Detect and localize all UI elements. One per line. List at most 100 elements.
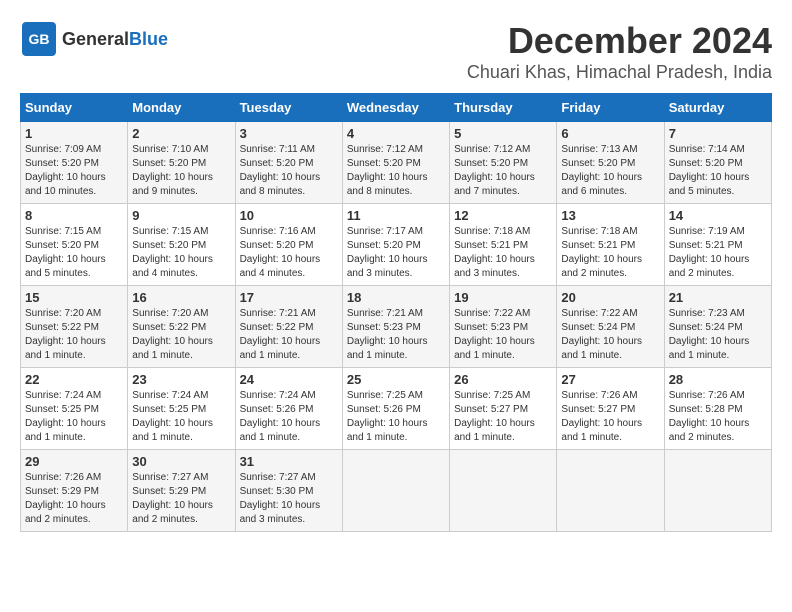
day-header-sunday: Sunday xyxy=(21,94,128,122)
day-info: Sunrise: 7:24 AMSunset: 5:25 PMDaylight:… xyxy=(132,389,230,445)
calendar-week-5: 29Sunrise: 7:26 AMSunset: 5:29 PMDayligh… xyxy=(21,450,772,532)
day-number: 27 xyxy=(561,372,659,387)
calendar-cell: 20 Sunrise: 7:22 AMSunset: 5:24 PMDayligh… xyxy=(557,286,664,368)
header: GB GeneralBlue December 2024 Chuari Khas… xyxy=(20,20,772,83)
calendar-cell: 9Sunrise: 7:15 AMSunset: 5:20 PMDaylight… xyxy=(128,204,235,286)
day-info: Sunrise: 7:19 AMSunset: 5:21 PMDaylight:… xyxy=(669,225,767,281)
day-info: Sunrise: 7:23 AMSunset: 5:24 PMDaylight:… xyxy=(669,307,767,363)
day-info: Sunrise: 7:25 AMSunset: 5:26 PMDaylight:… xyxy=(347,389,445,445)
calendar-cell: 18 Sunrise: 7:21 AMSunset: 5:23 PMDayligh… xyxy=(342,286,449,368)
day-number: 20 xyxy=(561,290,659,305)
day-number: 8 xyxy=(25,208,123,223)
day-info: Sunrise: 7:22 AMSunset: 5:23 PMDaylight:… xyxy=(454,307,552,363)
calendar-week-1: 1 Sunrise: 7:09 AMSunset: 5:20 PMDaylight… xyxy=(21,122,772,204)
day-number: 26 xyxy=(454,372,552,387)
calendar-cell: 1 Sunrise: 7:09 AMSunset: 5:20 PMDaylight… xyxy=(21,122,128,204)
location-title: Chuari Khas, Himachal Pradesh, India xyxy=(467,62,772,83)
day-info: Sunrise: 7:14 AMSunset: 5:20 PMDaylight:… xyxy=(669,143,767,199)
calendar-week-3: 15Sunrise: 7:20 AMSunset: 5:22 PMDayligh… xyxy=(21,286,772,368)
calendar-cell: 24Sunrise: 7:24 AMSunset: 5:26 PMDayligh… xyxy=(235,368,342,450)
day-number: 7 xyxy=(669,126,767,141)
calendar-table: SundayMondayTuesdayWednesdayThursdayFrid… xyxy=(20,93,772,532)
calendar-cell: 10 Sunrise: 7:16 AMSunset: 5:20 PMDayligh… xyxy=(235,204,342,286)
calendar-cell xyxy=(450,450,557,532)
day-info: Sunrise: 7:16 AMSunset: 5:20 PMDaylight:… xyxy=(240,225,338,281)
logo-text: GeneralBlue xyxy=(62,29,168,50)
day-number: 28 xyxy=(669,372,767,387)
day-number: 6 xyxy=(561,126,659,141)
calendar-cell: 16 Sunrise: 7:20 AMSunset: 5:22 PMDayligh… xyxy=(128,286,235,368)
page-container: GB GeneralBlue December 2024 Chuari Khas… xyxy=(20,20,772,532)
calendar-cell: 29Sunrise: 7:26 AMSunset: 5:29 PMDayligh… xyxy=(21,450,128,532)
day-number: 18 xyxy=(347,290,445,305)
day-number: 14 xyxy=(669,208,767,223)
day-number: 11 xyxy=(347,208,445,223)
day-number: 23 xyxy=(132,372,230,387)
day-header-wednesday: Wednesday xyxy=(342,94,449,122)
calendar-cell: 30 Sunrise: 7:27 AMSunset: 5:29 PMDayligh… xyxy=(128,450,235,532)
calendar-cell: 4Sunrise: 7:12 AMSunset: 5:20 PMDaylight… xyxy=(342,122,449,204)
day-number: 19 xyxy=(454,290,552,305)
day-number: 4 xyxy=(347,126,445,141)
day-info: Sunrise: 7:21 AMSunset: 5:23 PMDaylight:… xyxy=(347,307,445,363)
day-header-friday: Friday xyxy=(557,94,664,122)
calendar-cell: 13 Sunrise: 7:18 AMSunset: 5:21 PMDayligh… xyxy=(557,204,664,286)
day-header-thursday: Thursday xyxy=(450,94,557,122)
day-info: Sunrise: 7:20 AMSunset: 5:22 PMDaylight:… xyxy=(132,307,230,363)
calendar-cell: 12 Sunrise: 7:18 AMSunset: 5:21 PMDayligh… xyxy=(450,204,557,286)
day-info: Sunrise: 7:11 AMSunset: 5:20 PMDaylight:… xyxy=(240,143,338,199)
day-info: Sunrise: 7:09 AMSunset: 5:20 PMDaylight:… xyxy=(25,143,123,199)
calendar-cell: 3 Sunrise: 7:11 AMSunset: 5:20 PMDaylight… xyxy=(235,122,342,204)
day-info: Sunrise: 7:21 AMSunset: 5:22 PMDaylight:… xyxy=(240,307,338,363)
calendar-cell: 19 Sunrise: 7:22 AMSunset: 5:23 PMDayligh… xyxy=(450,286,557,368)
day-number: 12 xyxy=(454,208,552,223)
calendar-cell: 7 Sunrise: 7:14 AMSunset: 5:20 PMDaylight… xyxy=(664,122,771,204)
day-number: 29 xyxy=(25,454,123,469)
day-info: Sunrise: 7:17 AMSunset: 5:20 PMDaylight:… xyxy=(347,225,445,281)
day-info: Sunrise: 7:18 AMSunset: 5:21 PMDaylight:… xyxy=(454,225,552,281)
calendar-cell xyxy=(342,450,449,532)
day-info: Sunrise: 7:27 AMSunset: 5:30 PMDaylight:… xyxy=(240,471,338,527)
day-info: Sunrise: 7:26 AMSunset: 5:28 PMDaylight:… xyxy=(669,389,767,445)
day-info: Sunrise: 7:22 AMSunset: 5:24 PMDaylight:… xyxy=(561,307,659,363)
day-number: 10 xyxy=(240,208,338,223)
calendar-cell xyxy=(664,450,771,532)
day-number: 16 xyxy=(132,290,230,305)
calendar-cell: 22 Sunrise: 7:24 AMSunset: 5:25 PMDayligh… xyxy=(21,368,128,450)
calendar-cell: 23 Sunrise: 7:24 AMSunset: 5:25 PMDayligh… xyxy=(128,368,235,450)
calendar-header-row: SundayMondayTuesdayWednesdayThursdayFrid… xyxy=(21,94,772,122)
day-number: 31 xyxy=(240,454,338,469)
day-info: Sunrise: 7:18 AMSunset: 5:21 PMDaylight:… xyxy=(561,225,659,281)
day-number: 22 xyxy=(25,372,123,387)
calendar-cell: 27 Sunrise: 7:26 AMSunset: 5:27 PMDayligh… xyxy=(557,368,664,450)
day-info: Sunrise: 7:15 AMSunset: 5:20 PMDaylight:… xyxy=(25,225,123,281)
day-info: Sunrise: 7:20 AMSunset: 5:22 PMDaylight:… xyxy=(25,307,123,363)
day-info: Sunrise: 7:13 AMSunset: 5:20 PMDaylight:… xyxy=(561,143,659,199)
calendar-cell: 21 Sunrise: 7:23 AMSunset: 5:24 PMDayligh… xyxy=(664,286,771,368)
calendar-cell: 5Sunrise: 7:12 AMSunset: 5:20 PMDaylight… xyxy=(450,122,557,204)
day-number: 21 xyxy=(669,290,767,305)
calendar-week-2: 8 Sunrise: 7:15 AMSunset: 5:20 PMDaylight… xyxy=(21,204,772,286)
logo-icon: GB xyxy=(20,20,58,58)
calendar-cell: 14 Sunrise: 7:19 AMSunset: 5:21 PMDayligh… xyxy=(664,204,771,286)
calendar-cell: 8 Sunrise: 7:15 AMSunset: 5:20 PMDaylight… xyxy=(21,204,128,286)
calendar-cell: 2Sunrise: 7:10 AMSunset: 5:20 PMDaylight… xyxy=(128,122,235,204)
day-number: 13 xyxy=(561,208,659,223)
day-number: 25 xyxy=(347,372,445,387)
day-number: 1 xyxy=(25,126,123,141)
day-number: 30 xyxy=(132,454,230,469)
day-info: Sunrise: 7:27 AMSunset: 5:29 PMDaylight:… xyxy=(132,471,230,527)
day-info: Sunrise: 7:12 AMSunset: 5:20 PMDaylight:… xyxy=(454,143,552,199)
title-block: December 2024 Chuari Khas, Himachal Prad… xyxy=(467,20,772,83)
calendar-cell: 26Sunrise: 7:25 AMSunset: 5:27 PMDayligh… xyxy=(450,368,557,450)
day-info: Sunrise: 7:24 AMSunset: 5:25 PMDaylight:… xyxy=(25,389,123,445)
day-number: 3 xyxy=(240,126,338,141)
calendar-cell: 15Sunrise: 7:20 AMSunset: 5:22 PMDayligh… xyxy=(21,286,128,368)
calendar-week-4: 22 Sunrise: 7:24 AMSunset: 5:25 PMDayligh… xyxy=(21,368,772,450)
day-info: Sunrise: 7:26 AMSunset: 5:27 PMDaylight:… xyxy=(561,389,659,445)
day-number: 2 xyxy=(132,126,230,141)
logo-general: General xyxy=(62,29,129,49)
day-info: Sunrise: 7:15 AMSunset: 5:20 PMDaylight:… xyxy=(132,225,230,281)
calendar-cell: 6 Sunrise: 7:13 AMSunset: 5:20 PMDaylight… xyxy=(557,122,664,204)
calendar-cell: 17Sunrise: 7:21 AMSunset: 5:22 PMDayligh… xyxy=(235,286,342,368)
